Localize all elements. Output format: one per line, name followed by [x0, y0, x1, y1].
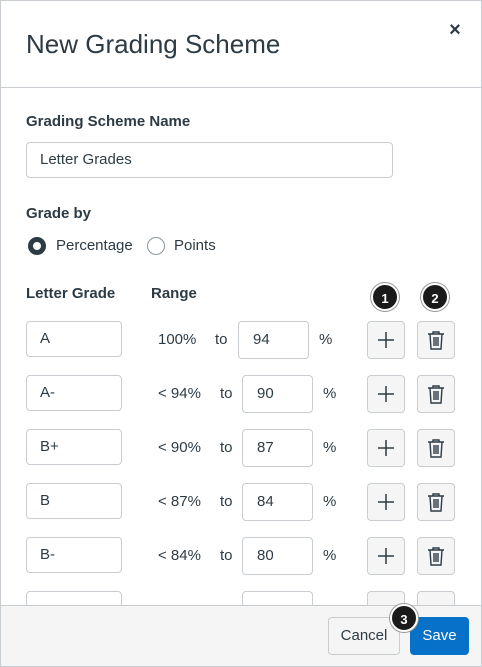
- grade-row: B < 87% to 84 %: [1, 483, 481, 521]
- range-low-text: 100%: [158, 331, 197, 348]
- range-value-input[interactable]: 80: [242, 537, 313, 575]
- modal-title: New Grading Scheme: [26, 29, 281, 59]
- range-value-input[interactable]: 84: [242, 483, 313, 521]
- callout-badge-2: 2: [421, 283, 449, 311]
- grade-row: B- < 84% to 80 %: [1, 537, 481, 575]
- range-header: Range: [151, 285, 197, 302]
- add-row-button[interactable]: [367, 537, 405, 575]
- plus-icon: [378, 386, 394, 402]
- grade-row: A- < 94% to 90 %: [1, 375, 481, 413]
- range-low-text: < 84%: [158, 547, 201, 564]
- trash-icon: [428, 331, 444, 350]
- percent-sign: %: [323, 547, 337, 564]
- trash-icon: [428, 547, 444, 566]
- percent-sign: %: [323, 385, 337, 402]
- delete-row-button[interactable]: [417, 321, 455, 359]
- grade-row: B+ < 90% to 87 %: [1, 429, 481, 467]
- to-text: to: [220, 439, 233, 456]
- add-row-button[interactable]: [367, 375, 405, 413]
- letter-grade-header: Letter Grade: [26, 285, 116, 302]
- range-low-text: < 94%: [158, 385, 201, 402]
- points-label[interactable]: Points: [174, 237, 216, 254]
- letter-grade-input[interactable]: B-: [26, 537, 122, 573]
- points-radio[interactable]: [147, 237, 165, 255]
- scheme-name-input[interactable]: Letter Grades: [26, 142, 393, 178]
- close-icon[interactable]: ×: [447, 19, 463, 41]
- plus-icon: [378, 548, 394, 564]
- to-text: to: [220, 493, 233, 510]
- range-value-input[interactable]: 87: [242, 429, 313, 467]
- range-low-text: < 90%: [158, 439, 201, 456]
- add-row-button[interactable]: [367, 429, 405, 467]
- letter-grade-input[interactable]: A: [26, 321, 122, 357]
- plus-icon: [378, 440, 394, 456]
- header-divider: [1, 87, 481, 88]
- callout-badge-1: 1: [371, 283, 399, 311]
- trash-icon: [428, 439, 444, 458]
- percent-sign: %: [323, 493, 337, 510]
- percent-sign: %: [323, 439, 337, 456]
- delete-row-button[interactable]: [417, 483, 455, 521]
- range-low-text: < 87%: [158, 493, 201, 510]
- percentage-radio[interactable]: [28, 237, 46, 255]
- callout-badge-3: 3: [390, 604, 418, 632]
- delete-row-button[interactable]: [417, 429, 455, 467]
- grade-by-label: Grade by: [26, 205, 92, 222]
- letter-grade-input[interactable]: B: [26, 483, 122, 519]
- range-value-input[interactable]: 94: [238, 321, 309, 359]
- scheme-name-label: Grading Scheme Name: [26, 113, 191, 130]
- range-value-input[interactable]: 90: [242, 375, 313, 413]
- percentage-label[interactable]: Percentage: [56, 237, 133, 254]
- trash-icon: [428, 385, 444, 404]
- add-row-button[interactable]: [367, 321, 405, 359]
- grade-row: A 100% to 94 %: [1, 321, 481, 359]
- letter-grade-input[interactable]: A-: [26, 375, 122, 411]
- plus-icon: [378, 332, 394, 348]
- trash-icon: [428, 493, 444, 512]
- grading-scheme-modal: New Grading Scheme × Grading Scheme Name…: [0, 0, 482, 667]
- to-text: to: [220, 385, 233, 402]
- add-row-button[interactable]: [367, 483, 405, 521]
- save-button[interactable]: Save: [410, 617, 469, 655]
- plus-icon: [378, 494, 394, 510]
- percent-sign: %: [319, 331, 333, 348]
- delete-row-button[interactable]: [417, 375, 455, 413]
- to-text: to: [220, 547, 233, 564]
- letter-grade-input[interactable]: B+: [26, 429, 122, 465]
- delete-row-button[interactable]: [417, 537, 455, 575]
- cancel-button[interactable]: Cancel: [328, 617, 400, 655]
- to-text: to: [215, 331, 228, 348]
